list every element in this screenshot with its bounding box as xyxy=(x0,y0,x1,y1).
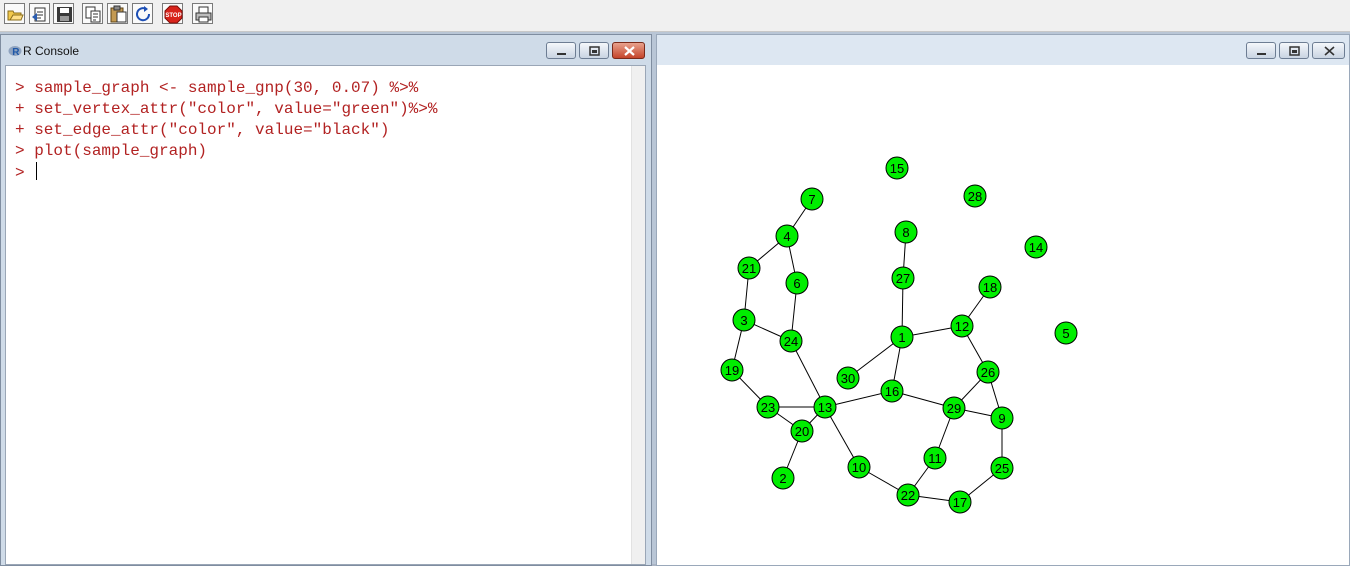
vertex-label-15: 15 xyxy=(890,161,904,176)
vertex-label-9: 9 xyxy=(998,411,1005,426)
console-minimize-button[interactable] xyxy=(546,42,576,59)
print-button[interactable] xyxy=(192,3,213,24)
vertex-label-17: 17 xyxy=(953,495,967,510)
stop-icon: STOP xyxy=(164,5,183,24)
paste-icon xyxy=(110,5,127,23)
console-prompt: > xyxy=(15,164,35,182)
console-titlebar[interactable]: R R Console xyxy=(1,35,651,63)
console-close-button[interactable] xyxy=(612,42,645,59)
text-cursor xyxy=(36,162,38,180)
vertex-label-18: 18 xyxy=(983,280,997,295)
restore-icon xyxy=(1289,46,1300,56)
vertex-label-30: 30 xyxy=(841,371,855,386)
console-text: > sample_graph <- sample_gnp(30, 0.07) %… xyxy=(15,78,437,183)
open-script-button[interactable] xyxy=(4,3,25,24)
console-title: R Console xyxy=(23,44,80,58)
save-button[interactable] xyxy=(53,3,74,24)
r-logo-icon: R xyxy=(8,46,22,57)
console-output[interactable]: > sample_graph <- sample_gnp(30, 0.07) %… xyxy=(5,65,646,565)
console-line: + set_edge_attr("color", value="black") xyxy=(15,121,390,139)
vertex-label-11: 11 xyxy=(928,451,942,466)
network-plot: 1234567891011121314151617181920212223242… xyxy=(720,156,1078,514)
vertex-label-10: 10 xyxy=(852,460,866,475)
vertex-label-28: 28 xyxy=(968,189,982,204)
vertex-label-6: 6 xyxy=(793,276,800,291)
graphics-window: 1 2 3 4 5 6 7 8 9 10 11 12 13 14 15 16 17 18 19 20 21 22 23 24 2… xyxy=(656,34,1350,566)
open-script-icon xyxy=(7,10,24,21)
vertex-label-1: 1 xyxy=(898,330,905,345)
console-line: + set_vertex_attr("color", value="green"… xyxy=(15,100,438,118)
paste-button[interactable] xyxy=(107,3,128,24)
console-prompt-line[interactable]: > xyxy=(15,162,437,183)
toolbar: STOP xyxy=(0,0,1350,32)
refresh-icon xyxy=(136,6,151,22)
vertex-label-29: 29 xyxy=(947,401,961,416)
console-line: > sample_graph <- sample_gnp(30, 0.07) %… xyxy=(15,79,419,97)
vertex-label-20: 20 xyxy=(795,424,809,439)
graphics-device: 1 2 3 4 5 6 7 8 9 10 11 12 13 14 15 16 17 18 19 20 21 22 23 24 2… xyxy=(657,65,1349,565)
vertex-label-14: 14 xyxy=(1029,240,1043,255)
graphics-minimize-button[interactable] xyxy=(1246,42,1276,59)
vertex-label-24: 24 xyxy=(784,334,798,349)
vertex-label-27: 27 xyxy=(896,271,910,286)
copy-icon xyxy=(85,6,101,23)
refresh-button[interactable] xyxy=(132,3,153,24)
minimize-icon xyxy=(1257,53,1266,55)
load-workspace-icon xyxy=(32,7,46,22)
load-workspace-button[interactable] xyxy=(29,3,50,24)
vertex-label-23: 23 xyxy=(761,400,775,415)
console-line: > plot(sample_graph) xyxy=(15,142,208,160)
vertex-label-7: 7 xyxy=(808,192,815,207)
close-icon xyxy=(1324,46,1335,56)
vertex-label-21: 21 xyxy=(742,261,756,276)
print-icon xyxy=(195,6,212,23)
console-scrollbar[interactable] xyxy=(631,66,645,564)
copy-button[interactable] xyxy=(82,3,103,24)
vertex-label-25: 25 xyxy=(995,461,1009,476)
vertex-label-5: 5 xyxy=(1062,326,1069,341)
console-window: R R Console > sample_graph <- sample_gnp… xyxy=(0,34,652,566)
vertex-label-4: 4 xyxy=(783,229,790,244)
minimize-icon xyxy=(557,53,566,55)
vertex-label-16: 16 xyxy=(885,384,899,399)
mdi-workspace: R R Console > sample_graph <- sample_gnp… xyxy=(0,32,1350,566)
vertex-label-19: 19 xyxy=(725,363,739,378)
stop-label: STOP xyxy=(165,13,181,19)
vertex-label-2: 2 xyxy=(779,471,786,486)
vertex-label-26: 26 xyxy=(981,365,995,380)
vertex-label-12: 12 xyxy=(955,319,969,334)
close-icon xyxy=(624,46,635,56)
graphics-close-button[interactable] xyxy=(1312,42,1345,59)
save-icon xyxy=(57,7,72,22)
svg-text:R: R xyxy=(12,47,20,57)
vertex-label-3: 3 xyxy=(740,313,747,328)
vertex-label-22: 22 xyxy=(901,488,915,503)
console-restore-button[interactable] xyxy=(579,42,609,59)
graphics-titlebar[interactable] xyxy=(657,35,1349,63)
graphics-restore-button[interactable] xyxy=(1279,42,1309,59)
restore-icon xyxy=(589,46,600,56)
stop-button[interactable]: STOP xyxy=(162,3,183,24)
vertex-label-8: 8 xyxy=(902,225,909,240)
vertex-label-13: 13 xyxy=(818,400,832,415)
